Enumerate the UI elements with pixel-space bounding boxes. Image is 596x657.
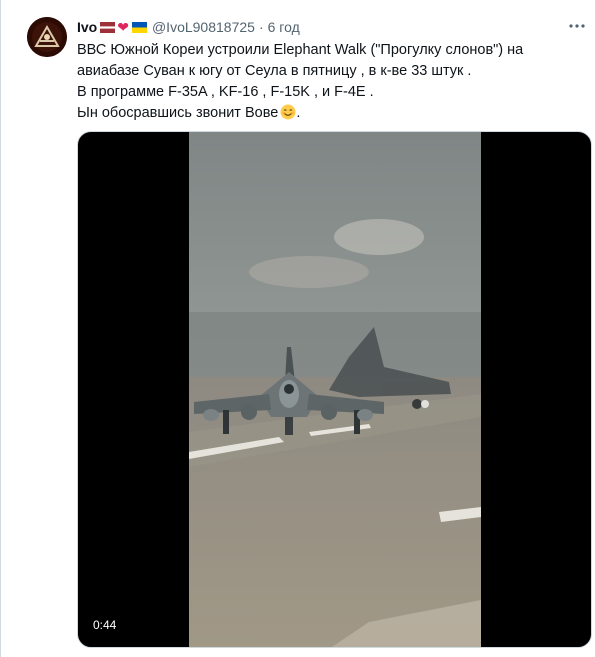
author-name[interactable]: Ivo (77, 19, 97, 35)
latvia-flag-icon (100, 21, 116, 33)
video-thumbnail (189, 132, 481, 647)
tweet-text-line-4: Ын обосравшись звонит Вове . (77, 103, 577, 124)
avatar-image (27, 17, 67, 57)
ukraine-flag-icon (131, 21, 147, 33)
tweet-header: Ivo ❤ @IvoL90818725 · 6 год (77, 17, 300, 37)
tweet-text-line: ВВС Южной Кореи устроили Elephant Walk (… (77, 42, 524, 58)
more-options-icon[interactable] (567, 17, 587, 35)
avatar[interactable] (27, 17, 67, 57)
separator-dot: · (258, 19, 264, 35)
timestamp[interactable]: 6 год (268, 19, 300, 35)
tweet-text: ВВС Южной Кореи устроили Elephant Walk (… (77, 40, 577, 124)
red-heart-icon: ❤ (117, 19, 129, 35)
tweet-text-line: В программе F-35A , KF-16 , F-15K , и F-… (77, 84, 374, 100)
video-player[interactable]: 0:44 (77, 131, 592, 648)
tweet-card[interactable]: Ivo ❤ @IvoL90818725 · 6 год ВВС Южной Ко… (0, 0, 596, 657)
video-duration: 0:44 (88, 616, 122, 634)
tweet-text-line: авиабазе Суван к югу от Сеула в пятницу … (77, 63, 472, 79)
tweet-text-suffix: . (296, 105, 301, 121)
smiling-face-icon (280, 104, 296, 120)
author-handle[interactable]: @IvoL90818725 (152, 19, 255, 35)
tweet-text-line: Ын обосравшись звонит Вове (77, 105, 279, 121)
